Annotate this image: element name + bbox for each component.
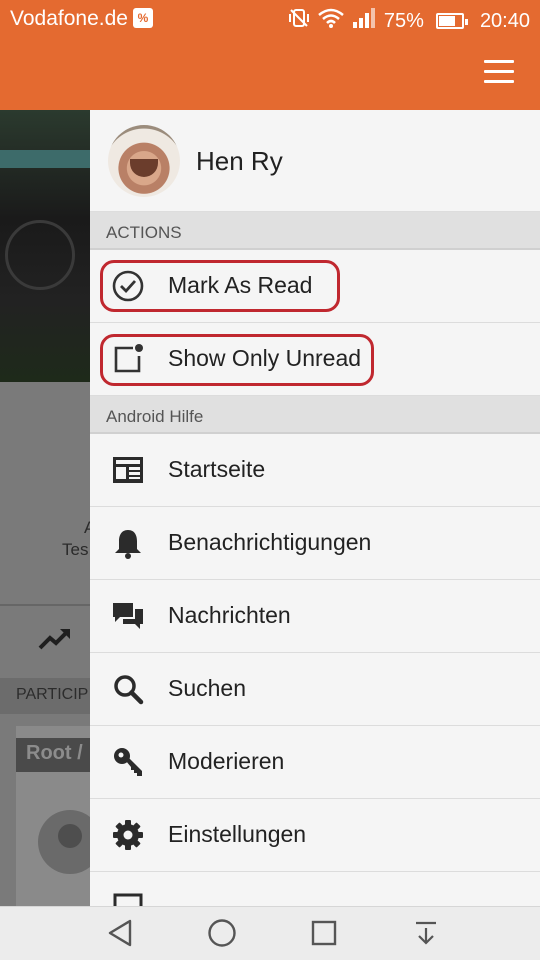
search-icon <box>110 671 146 707</box>
gear-icon <box>110 817 146 853</box>
wifi-icon <box>318 7 344 35</box>
sidebar-item-partial[interactable] <box>90 872 540 906</box>
actions-header: ACTIONS <box>90 212 540 250</box>
logout-icon <box>110 890 146 906</box>
profile-header[interactable]: Hen Ry <box>90 110 540 212</box>
carrier-badge: % <box>133 8 153 28</box>
user-name: Hen Ry <box>196 146 283 176</box>
navigation-drawer: Hen Ry ACTIONS Mark As Read Show Only Un… <box>90 110 540 906</box>
vibrate-icon <box>288 7 310 35</box>
notification-pulldown-icon[interactable] <box>410 917 442 949</box>
background-text: Tes <box>62 540 89 559</box>
carrier-name: Vodafone.de <box>10 7 128 30</box>
sidebar-item-label: Suchen <box>168 675 247 701</box>
participants-header: PARTICIP <box>0 678 90 714</box>
highlight-annotation <box>100 260 340 312</box>
sidebar-item-benachrichtigungen[interactable]: Benachrichtigungen <box>90 507 540 580</box>
key-icon <box>110 744 146 780</box>
chat-icon <box>110 598 146 634</box>
mark-as-read-button[interactable]: Mark As Read <box>90 250 540 323</box>
sidebar-item-moderieren[interactable]: Moderieren <box>90 726 540 799</box>
app-bar <box>0 38 540 110</box>
sidebar-item-label: Moderieren <box>168 748 285 774</box>
hamburger-menu-icon[interactable] <box>484 60 514 84</box>
card-title: Root / <box>16 738 90 772</box>
sidebar-item-label: Startseite <box>168 456 266 482</box>
trending-icon <box>38 626 72 650</box>
sidebar-item-label: Einstellungen <box>168 821 307 847</box>
forum-header: Android Hilfe <box>90 396 540 434</box>
highlight-annotation <box>100 334 374 386</box>
clock: 20:40 <box>479 9 530 32</box>
sidebar-item-nachrichten[interactable]: Nachrichten <box>90 580 540 653</box>
header-image <box>0 110 90 382</box>
bell-icon <box>110 525 146 561</box>
battery-icon <box>435 13 468 29</box>
sidebar-item-startseite[interactable]: Startseite <box>90 434 540 507</box>
signal-icon <box>352 7 376 35</box>
sidebar-item-einstellungen[interactable]: Einstellungen <box>90 799 540 872</box>
newspaper-icon <box>110 452 146 488</box>
sidebar-item-label: Nachrichten <box>168 602 291 628</box>
sidebar-item-suchen[interactable]: Suchen <box>90 653 540 726</box>
back-icon[interactable] <box>104 917 136 949</box>
status-bar: Vodafone.de % 75% 20:40 <box>0 0 540 38</box>
avatar <box>108 125 180 197</box>
sidebar-item-label: Benachrichtigungen <box>168 529 372 555</box>
battery-percent: 75% <box>383 9 424 32</box>
background-content: A Tes PARTICIP Root / <box>0 110 90 906</box>
home-icon[interactable] <box>206 917 238 949</box>
recents-icon[interactable] <box>308 917 340 949</box>
system-nav-bar <box>0 906 540 960</box>
show-only-unread-button[interactable]: Show Only Unread <box>90 323 540 396</box>
